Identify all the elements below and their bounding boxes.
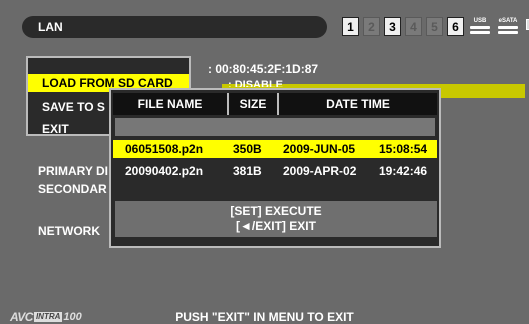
instruction-exit: [◄/EXIT] EXIT <box>236 219 316 233</box>
column-date-time: DATE TIME <box>279 93 437 115</box>
slot-1-indicator: 1 <box>342 17 359 36</box>
file-row[interactable]: 06051508.p2n 350B 2009-JUN-05 15:08:54 <box>113 140 437 158</box>
top-bar: LAN 1 2 3 4 5 6 USB eSATA <box>0 0 529 44</box>
slot-6-indicator: 6 <box>447 17 464 36</box>
slot-4-indicator: 4 <box>405 17 422 36</box>
status-message: PUSH "EXIT" IN MENU TO EXIT <box>175 310 354 324</box>
dhcp-value: : DISABLE <box>228 79 283 87</box>
file-time: 15:08:54 <box>379 142 428 156</box>
file-time: 19:42:46 <box>379 164 428 178</box>
page-title: LAN <box>22 16 327 38</box>
menu-label-secondary[interactable]: SECONDAR <box>38 182 107 196</box>
column-size: SIZE <box>229 93 279 115</box>
esata-label: eSATA <box>498 18 518 24</box>
dialog-instructions: [SET] EXECUTE [◄/EXIT] EXIT <box>115 201 437 237</box>
slot-3-indicator: 3 <box>384 17 401 36</box>
file-select-dialog: FILE NAME SIZE DATE TIME 06051508.p2n 35… <box>109 88 441 248</box>
slot-5-indicator: 5 <box>426 17 443 36</box>
usb-icon: USB <box>468 17 492 36</box>
menu-label-primary[interactable]: PRIMARY DI <box>38 164 108 178</box>
mac-address: : 00:80:45:2F:1D:87 <box>208 62 319 76</box>
slot-2-indicator: 2 <box>363 17 380 36</box>
file-name: 20090402.p2n <box>125 164 204 178</box>
file-row[interactable]: 20090402.p2n 381B 2009-APR-02 19:42:46 <box>113 162 437 180</box>
file-size: 381B <box>233 164 262 178</box>
column-file-name: FILE NAME <box>113 93 229 115</box>
menu-label-network[interactable]: NETWORK <box>38 224 100 238</box>
file-size: 350B <box>233 142 262 156</box>
file-table-spacer <box>115 118 435 136</box>
usb-label: USB <box>473 18 487 24</box>
slot-indicators: 1 2 3 4 5 6 USB eSATA <box>342 17 529 37</box>
file-date: 2009-JUN-05 <box>283 142 356 156</box>
screen: LAN 1 2 3 4 5 6 USB eSATA : 00:80:45:2F:… <box>0 0 529 324</box>
file-date: 2009-APR-02 <box>283 164 357 178</box>
file-name: 06051508.p2n <box>125 142 204 156</box>
instruction-execute: [SET] EXECUTE <box>230 204 322 218</box>
esata-icon: eSATA <box>496 17 520 36</box>
file-table-header: FILE NAME SIZE DATE TIME <box>113 93 437 115</box>
monitor-icon <box>524 17 529 36</box>
